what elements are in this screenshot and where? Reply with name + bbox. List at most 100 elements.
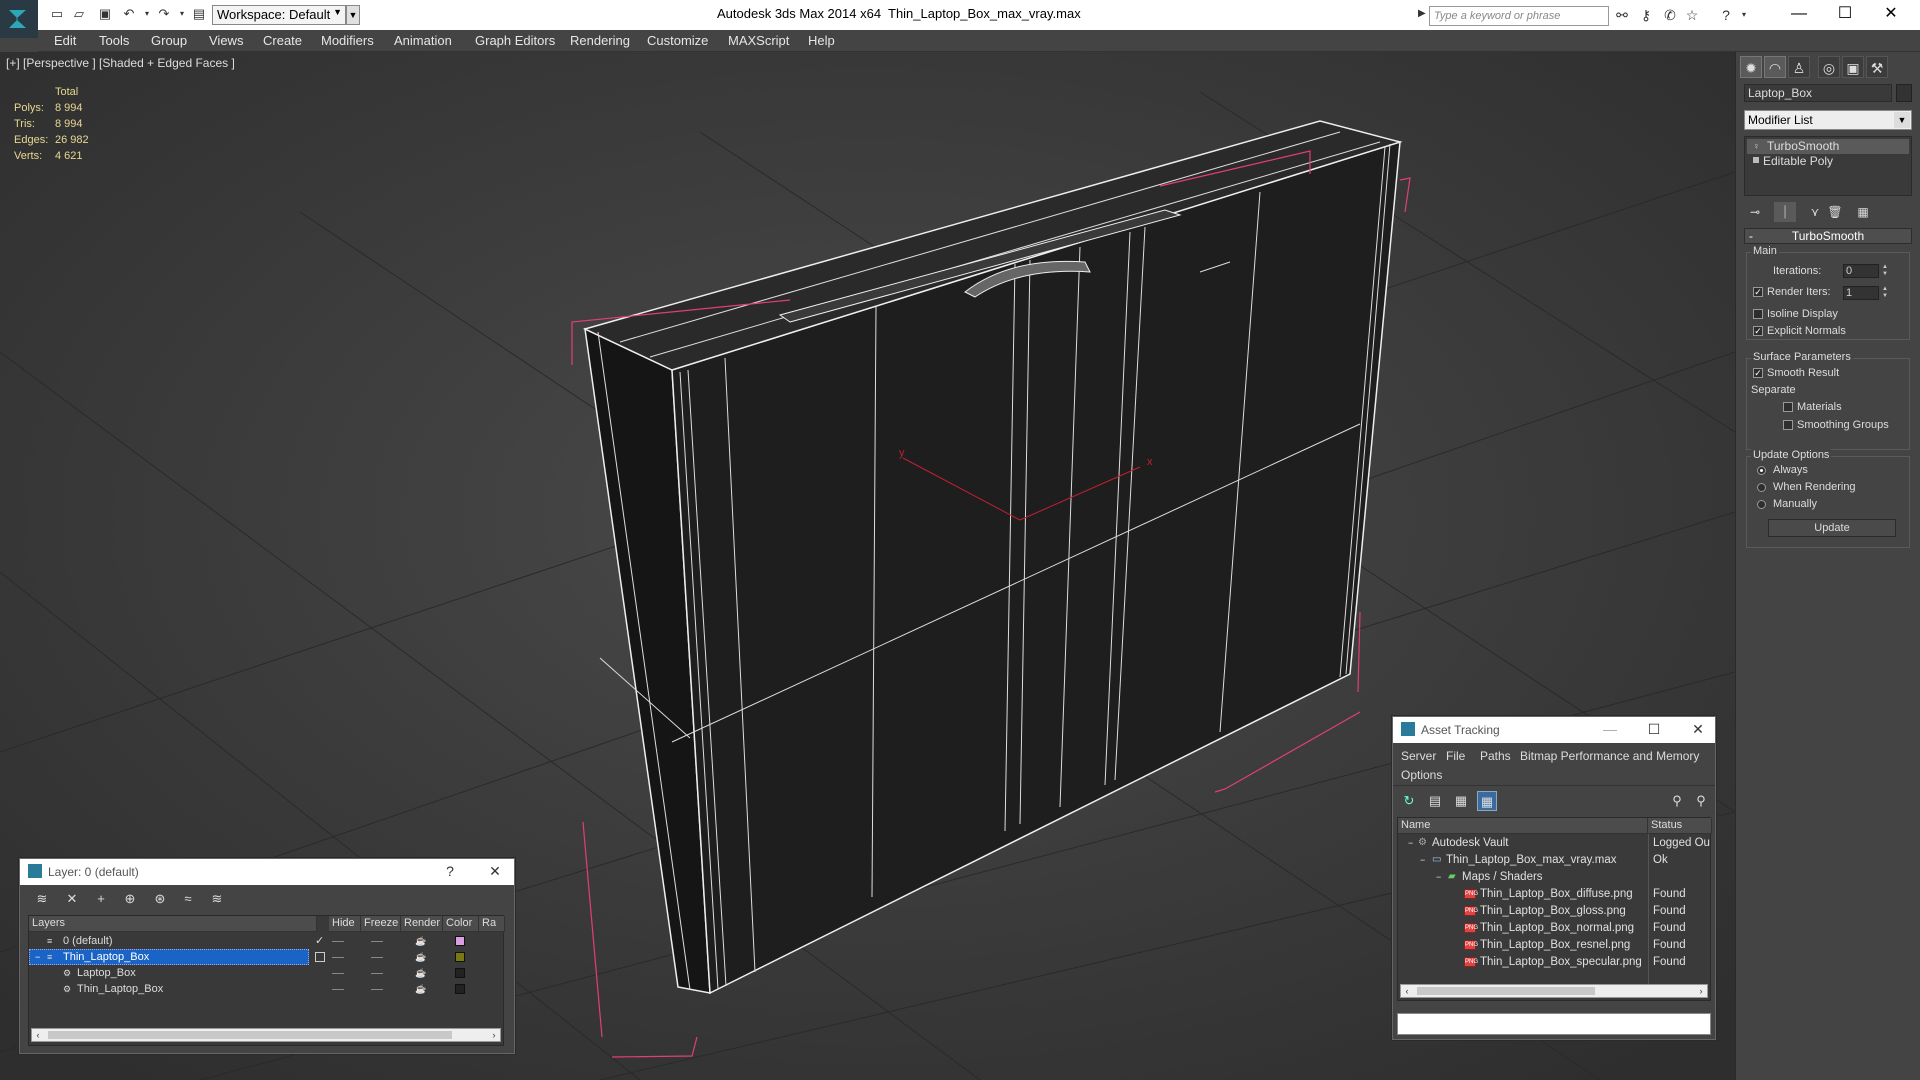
pin-stack-icon[interactable]: ⊸ bbox=[1744, 202, 1766, 222]
select-objects-icon[interactable]: ⊕ bbox=[120, 889, 140, 909]
object-row[interactable]: ⚙ Laptop_Box ☕ bbox=[29, 965, 505, 981]
make-unique-icon[interactable]: ⋎ bbox=[1804, 202, 1826, 222]
hierarchy-tab-icon[interactable]: ♙ bbox=[1788, 56, 1810, 78]
menu-graph-editors[interactable]: Graph Editors bbox=[475, 33, 555, 48]
scroll-left-icon[interactable]: ‹ bbox=[1401, 985, 1413, 997]
close-button[interactable]: ✕ bbox=[1687, 720, 1709, 738]
menu-file[interactable]: File bbox=[1446, 749, 1465, 763]
menu-server[interactable]: Server bbox=[1401, 749, 1436, 763]
list-view-icon[interactable]: ▤ bbox=[1425, 791, 1445, 811]
render-teapot-icon[interactable]: ☕ bbox=[415, 965, 426, 981]
hide-toggle[interactable] bbox=[332, 941, 344, 942]
object-color-swatch[interactable] bbox=[1896, 84, 1912, 102]
highlight-layer-icon[interactable]: ⊛ bbox=[150, 889, 170, 909]
scroll-thumb[interactable] bbox=[48, 1031, 452, 1039]
object-row[interactable]: ⚙ Thin_Laptop_Box ☕ bbox=[29, 981, 505, 997]
open-file-icon[interactable]: ▱ bbox=[70, 6, 88, 22]
show-end-result-icon[interactable]: ⏐ bbox=[1774, 202, 1796, 222]
scroll-thumb[interactable] bbox=[1417, 987, 1595, 995]
iterations-spinner[interactable]: 0 bbox=[1843, 264, 1879, 278]
scroll-left-icon[interactable]: ‹ bbox=[32, 1029, 44, 1041]
col-radiosity[interactable]: Ra bbox=[479, 916, 505, 932]
scroll-right-icon[interactable]: › bbox=[1695, 985, 1707, 997]
modify-tab-icon[interactable]: ◠ bbox=[1764, 56, 1786, 78]
expand-icon[interactable]: − bbox=[35, 949, 40, 965]
save-icon[interactable]: ▣ bbox=[96, 6, 114, 22]
spinner-arrows-icon[interactable]: ▲ ▼ bbox=[1881, 264, 1889, 278]
dialog-title-bar[interactable]: Asset Tracking — ☐ ✕ bbox=[1393, 717, 1715, 743]
freeze-toggle[interactable] bbox=[371, 941, 383, 942]
menu-customize[interactable]: Customize bbox=[647, 33, 708, 48]
render-teapot-icon[interactable]: ☕ bbox=[415, 949, 426, 965]
hide-toggle[interactable] bbox=[332, 973, 344, 974]
configure-sets-icon[interactable]: ▦ bbox=[1852, 202, 1874, 222]
horizontal-scrollbar[interactable]: ‹ › bbox=[1400, 984, 1708, 998]
undo-dropdown-icon[interactable]: ▾ bbox=[138, 6, 156, 22]
hide-toggle[interactable] bbox=[332, 957, 344, 958]
viewport-label[interactable]: [+] [Perspective ] [Shaded + Edged Faces… bbox=[6, 56, 235, 70]
asset-row[interactable]: − ⚙ Autodesk Vault Logged Ou bbox=[1398, 836, 1710, 850]
undo-icon[interactable]: ↶ bbox=[120, 6, 138, 22]
render-teapot-icon[interactable]: ☕ bbox=[415, 933, 426, 949]
hide-toggle[interactable] bbox=[332, 989, 344, 990]
create-layer-icon[interactable]: ≋ bbox=[32, 889, 52, 909]
utilities-tab-icon[interactable]: ⚒ bbox=[1866, 56, 1888, 78]
help-icon[interactable]: ? bbox=[1717, 7, 1735, 23]
asset-row[interactable]: PNG Thin_Laptop_Box_gloss.png Found bbox=[1398, 904, 1710, 918]
col-layers[interactable]: Layers bbox=[29, 916, 317, 932]
maximize-button[interactable]: ☐ bbox=[1822, 2, 1868, 26]
redo-icon[interactable]: ↷ bbox=[155, 6, 173, 22]
highlight-icon[interactable]: ⚲ bbox=[1667, 791, 1687, 811]
horizontal-scrollbar[interactable]: ‹ › bbox=[31, 1028, 501, 1042]
manually-radio[interactable] bbox=[1757, 500, 1766, 509]
freeze-toggle[interactable] bbox=[371, 957, 383, 958]
object-name-field[interactable]: Laptop_Box bbox=[1744, 84, 1892, 102]
menu-options[interactable]: Options bbox=[1401, 768, 1442, 782]
table-view-icon[interactable]: ▦ bbox=[1451, 791, 1471, 811]
col-color[interactable]: Color bbox=[443, 916, 479, 932]
display-tab-icon[interactable]: ▣ bbox=[1842, 56, 1864, 78]
app-menu-button[interactable] bbox=[0, 0, 38, 38]
col-name[interactable]: Name bbox=[1398, 818, 1648, 834]
stack-item-turbosmooth[interactable]: ♀ TurboSmooth bbox=[1747, 139, 1909, 154]
isoline-checkbox[interactable] bbox=[1753, 309, 1763, 319]
freeze-all-icon[interactable]: ≋ bbox=[207, 889, 227, 909]
col-hide[interactable]: Hide bbox=[329, 916, 361, 932]
set-current-box[interactable] bbox=[315, 952, 325, 962]
create-tab-icon[interactable]: ✹ bbox=[1740, 56, 1762, 78]
menu-modifiers[interactable]: Modifiers bbox=[321, 33, 374, 48]
asset-row[interactable]: PNG Thin_Laptop_Box_specular.png Found bbox=[1398, 955, 1710, 969]
menu-maxscript[interactable]: MAXScript bbox=[728, 33, 789, 48]
menu-create[interactable]: Create bbox=[263, 33, 302, 48]
menu-group[interactable]: Group bbox=[151, 33, 187, 48]
smooth-result-checkbox[interactable]: ✓ bbox=[1753, 368, 1763, 378]
redo-dropdown-icon[interactable]: ▾ bbox=[173, 6, 191, 22]
update-button[interactable]: Update bbox=[1768, 519, 1896, 537]
menu-views[interactable]: Views bbox=[209, 33, 243, 48]
render-iters-checkbox[interactable]: ✓ bbox=[1753, 287, 1763, 297]
menu-help[interactable]: Help bbox=[808, 33, 835, 48]
expand-icon[interactable]: − bbox=[1420, 853, 1425, 867]
delete-layer-icon[interactable]: ✕ bbox=[62, 889, 82, 909]
help-button[interactable]: ? bbox=[439, 862, 461, 880]
render-teapot-icon[interactable]: ☕ bbox=[415, 981, 426, 997]
active-layer-check-icon[interactable]: ✓ bbox=[315, 933, 324, 949]
menu-rendering[interactable]: Rendering bbox=[570, 33, 630, 48]
search-expand-icon[interactable]: ▶ bbox=[1418, 8, 1426, 19]
expand-icon[interactable]: − bbox=[1408, 836, 1413, 850]
close-button[interactable]: ✕ bbox=[1868, 2, 1914, 26]
layer-color-swatch[interactable] bbox=[455, 936, 465, 946]
grid-view-icon[interactable]: ▦ bbox=[1477, 791, 1497, 811]
layer-color-swatch[interactable] bbox=[455, 952, 465, 962]
asset-row[interactable]: − ▰ Maps / Shaders bbox=[1398, 870, 1710, 884]
asset-path-field[interactable] bbox=[1397, 1013, 1711, 1035]
key-icon[interactable]: ⚷ bbox=[1637, 7, 1655, 23]
workspace-dropdown[interactable]: Workspace: Default ▼ bbox=[212, 5, 346, 25]
communication-icon[interactable]: ✆ bbox=[1661, 7, 1679, 23]
expand-icon[interactable]: − bbox=[1436, 870, 1441, 884]
hide-all-icon[interactable]: ≈ bbox=[178, 889, 198, 909]
project-folder-icon[interactable]: ▤ bbox=[190, 6, 208, 22]
layer-row[interactable]: ≡ 0 (default) ✓ ☕ bbox=[29, 933, 505, 949]
object-color-swatch[interactable] bbox=[455, 968, 465, 978]
new-file-icon[interactable]: ▭ bbox=[48, 6, 66, 22]
